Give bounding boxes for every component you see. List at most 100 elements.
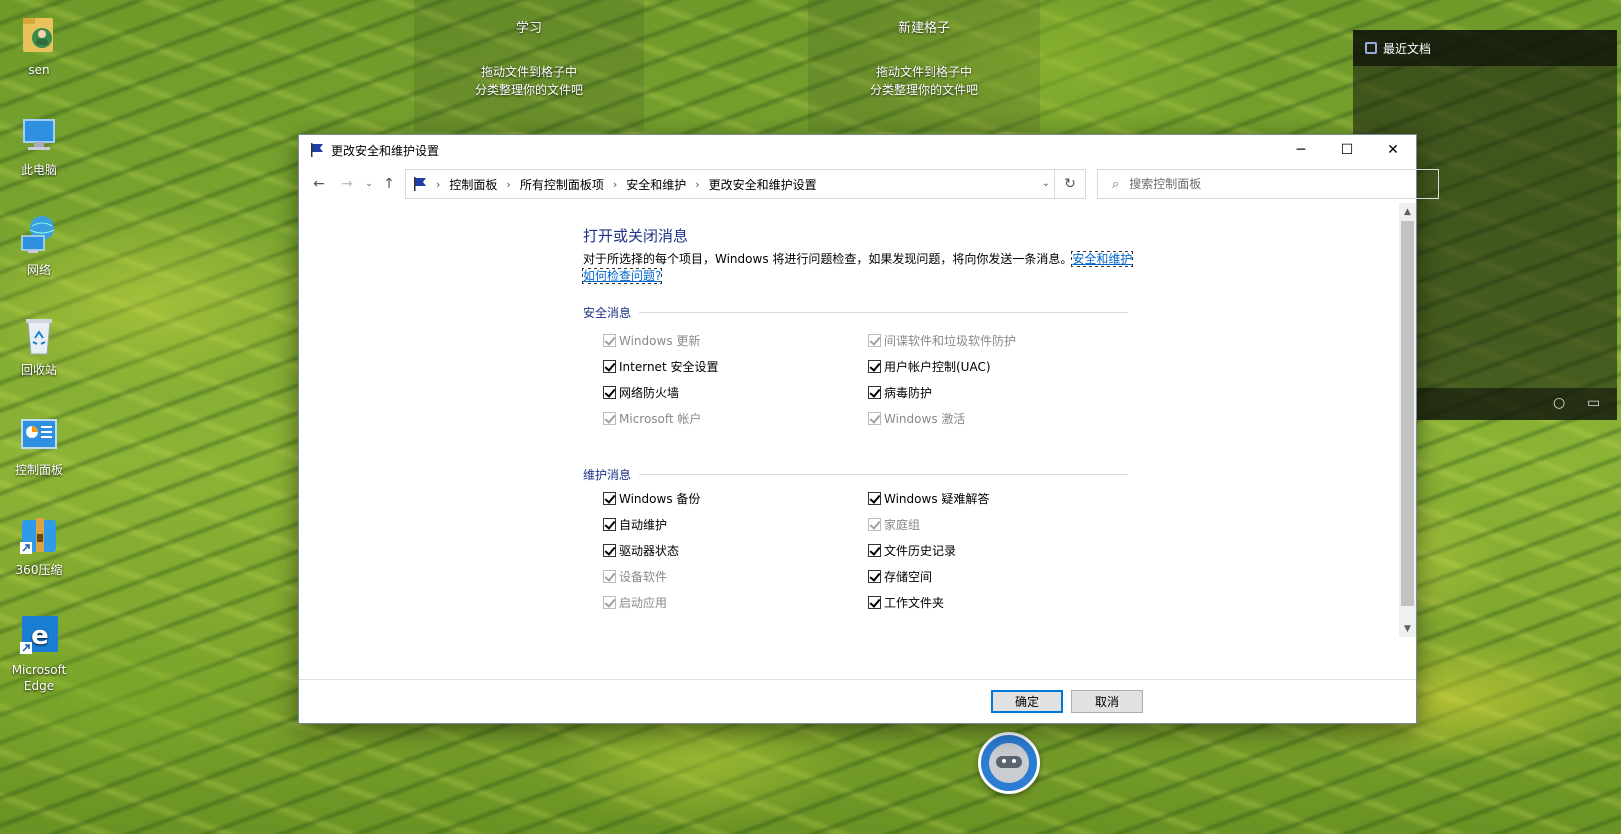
checkbox-label: Windows 备份 (619, 492, 701, 506)
up-arrow-icon[interactable]: ↑ (379, 174, 399, 194)
security-section-header: 安全消息 (583, 304, 1128, 321)
checkbox-item[interactable]: 网络防火墙 (603, 384, 679, 401)
breadcrumb-item[interactable]: 安全和维护 (626, 176, 686, 193)
content-area: 打开或关闭消息 对于所选择的每个项目，Windows 将进行问题检查，如果发现问… (299, 203, 1416, 673)
checkbox-item[interactable]: Windows 备份 (603, 490, 700, 507)
checkbox[interactable] (868, 360, 881, 373)
desktop-icon-control-panel[interactable]: 控制面板 (0, 412, 78, 478)
breadcrumb-item[interactable]: 控制面板 (449, 176, 497, 193)
checkbox[interactable] (603, 492, 616, 505)
search-icon: ⌕ (1112, 176, 1120, 192)
checkbox-label: 工作文件夹 (884, 596, 945, 610)
checkbox-label: 家庭组 (884, 518, 921, 532)
comment-icon[interactable]: ▭ (1587, 395, 1603, 411)
search-input[interactable] (1129, 177, 1410, 191)
checkbox (868, 518, 881, 531)
assistant-avatar[interactable] (978, 732, 1040, 794)
checkbox-item: 设备软件 (603, 568, 667, 585)
checkbox-item[interactable]: 病毒防护 (868, 384, 932, 401)
checkbox-item: Microsoft 帐户 (603, 410, 701, 427)
address-bar[interactable]: › 控制面板 › 所有控制面板项 › 安全和维护 › 更改安全和维护设置 ⌄ (405, 169, 1055, 199)
checkbox-label: Windows 疑难解答 (884, 492, 990, 506)
page-description: 对于所选择的每个项目，Windows 将进行问题检查，如果发现问题，将向你发送一… (581, 251, 1138, 285)
control-panel-icon (16, 412, 62, 458)
desktop-icon-360zip[interactable]: 360压缩 (0, 512, 78, 578)
checkbox-item: Windows 更新 (603, 332, 700, 349)
checkbox[interactable] (868, 570, 881, 583)
search-box[interactable]: ⌕ (1097, 169, 1439, 199)
checkbox-item[interactable]: Internet 安全设置 (603, 358, 718, 375)
security-section-title: 安全消息 (583, 306, 632, 320)
checkbox[interactable] (868, 544, 881, 557)
checkbox-item: 间谍软件和垃圾软件防护 (868, 332, 1016, 349)
flag-icon (311, 143, 323, 157)
checkbox-label: 启动应用 (619, 596, 668, 610)
checkbox-label: 网络防火墙 (619, 386, 680, 400)
desktop-icon-edge[interactable]: e Microsoft Edge (0, 612, 78, 694)
recent-locations-icon[interactable]: ⌄ (359, 174, 379, 194)
breadcrumb-item[interactable]: 所有控制面板项 (520, 176, 604, 193)
checkbox-label: Windows 激活 (884, 412, 966, 426)
desktop-icon-network[interactable]: 网络 (0, 212, 78, 278)
window-titlebar[interactable]: 更改安全和维护设置 ─ ☐ ✕ (299, 135, 1416, 165)
breadcrumb-item[interactable]: 更改安全和维护设置 (709, 176, 817, 193)
scrollbar-thumb[interactable] (1401, 221, 1414, 606)
checkbox-item: 启动应用 (603, 594, 667, 611)
checkbox-item[interactable]: 存储空间 (868, 568, 932, 585)
maximize-button[interactable]: ☐ (1324, 135, 1370, 165)
ok-button[interactable]: 确定 (991, 690, 1063, 713)
checkbox-label: 病毒防护 (884, 386, 933, 400)
checkbox-label: 用户帐户控制(UAC) (884, 360, 991, 374)
network-icon (16, 212, 62, 258)
checkbox-item[interactable]: 自动维护 (603, 516, 667, 533)
fence-study[interactable]: 学习 拖动文件到格子中 分类整理你的文件吧 (414, 0, 644, 132)
checkbox[interactable] (603, 386, 616, 399)
flag-icon (414, 177, 426, 191)
scroll-up-icon[interactable]: ▲ (1399, 203, 1416, 220)
checkbox[interactable] (868, 596, 881, 609)
checkbox-item[interactable]: 驱动器状态 (603, 542, 679, 559)
checkbox-item[interactable]: 工作文件夹 (868, 594, 944, 611)
checkbox[interactable] (868, 386, 881, 399)
fence-new[interactable]: 新建格子 拖动文件到格子中 分类整理你的文件吧 (808, 0, 1040, 132)
checkbox[interactable] (603, 360, 616, 373)
desktop-icon-sen[interactable]: sen (0, 12, 78, 78)
checkbox-item[interactable]: 文件历史记录 (868, 542, 956, 559)
dialog-footer: 确定 取消 (299, 679, 1416, 723)
checkbox-item[interactable]: 用户帐户控制(UAC) (868, 358, 991, 375)
forward-arrow-icon[interactable]: → (337, 174, 357, 194)
chevron-right-icon[interactable]: › (506, 178, 510, 191)
checkbox (868, 412, 881, 425)
checkbox-label: 设备软件 (619, 570, 668, 584)
computer-icon (16, 112, 62, 158)
search-icon[interactable]: ○ (1553, 395, 1569, 411)
chevron-right-icon[interactable]: › (436, 178, 440, 191)
desktop-icon-recycle-bin[interactable]: 回收站 (0, 312, 78, 378)
checkbox (603, 570, 616, 583)
description-text: 对于所选择的每个项目，Windows 将进行问题检查，如果发现问题，将向你发送一… (583, 252, 1073, 266)
minimize-button[interactable]: ─ (1278, 135, 1324, 165)
edge-icon: e (16, 612, 62, 658)
vertical-scrollbar[interactable]: ▲ ▼ (1399, 203, 1416, 637)
fence-title: 新建格子 (897, 21, 950, 36)
page-heading: 打开或关闭消息 (583, 227, 689, 245)
chevron-right-icon[interactable]: › (613, 178, 617, 191)
checkbox[interactable] (603, 518, 616, 531)
refresh-button[interactable]: ↻ (1055, 169, 1086, 199)
checkbox[interactable] (603, 544, 616, 557)
back-arrow-icon[interactable]: ← (309, 174, 329, 194)
close-button[interactable]: ✕ (1370, 135, 1416, 165)
checkbox-item[interactable]: Windows 疑难解答 (868, 490, 989, 507)
checkbox-label: 存储空间 (884, 570, 933, 584)
scroll-down-icon[interactable]: ▼ (1399, 620, 1416, 637)
checkbox[interactable] (868, 492, 881, 505)
chevron-right-icon[interactable]: › (695, 178, 699, 191)
cancel-button[interactable]: 取消 (1071, 690, 1143, 713)
desktop-icon-label: 控制面板 (14, 463, 63, 477)
checkbox-label: 文件历史记录 (884, 544, 957, 558)
fence-title: 学习 (515, 21, 542, 36)
chevron-down-icon[interactable]: ⌄ (1042, 178, 1050, 189)
desktop-icon-label: 回收站 (20, 363, 57, 377)
desktop-icon-this-pc[interactable]: 此电脑 (0, 112, 78, 178)
desktop-icon-label: 网络 (26, 263, 51, 277)
